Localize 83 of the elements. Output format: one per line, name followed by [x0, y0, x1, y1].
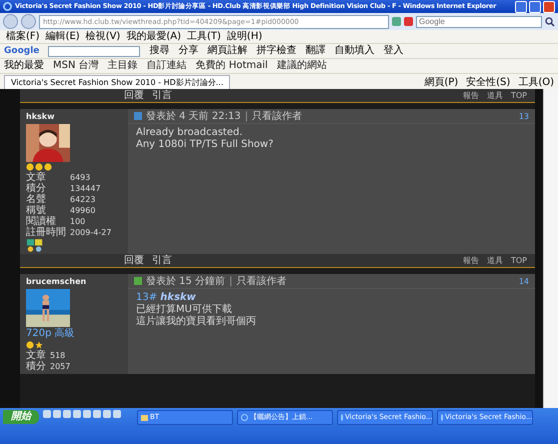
quote-number[interactable]: 13# — [136, 292, 158, 303]
command-button[interactable]: 網頁(P) — [424, 77, 458, 89]
command-button[interactable]: 工具(O) — [518, 77, 554, 89]
menu-item[interactable]: 我的最愛(A) — [126, 30, 181, 42]
favorite-link[interactable]: 主目錄 — [108, 60, 138, 72]
stat-label: 積分 — [26, 361, 46, 372]
menu-item[interactable]: 說明(H) — [226, 30, 262, 42]
stat-value: 518 — [50, 350, 66, 361]
floor-number[interactable]: 13 — [518, 112, 529, 120]
stat-value: 49960 — [70, 205, 96, 216]
stat-value: 100 — [70, 216, 86, 227]
toolbar-button[interactable]: 網頁註解 — [207, 45, 248, 57]
search-icon[interactable] — [545, 16, 555, 26]
stat-value: 134447 — [70, 183, 102, 194]
coin-icon — [26, 341, 34, 349]
post-text: Already broadcasted. — [136, 127, 244, 139]
post-link[interactable]: TOP — [510, 254, 527, 266]
favorite-link[interactable]: 自訂連結 — [146, 60, 187, 72]
post-action-link[interactable]: 回覆 — [124, 90, 144, 102]
author-only-link[interactable]: 只看該作者 — [236, 274, 286, 288]
floor-number[interactable]: 14 — [518, 276, 529, 286]
post-action-link[interactable]: 回覆 — [124, 254, 144, 266]
close-button[interactable] — [543, 0, 555, 12]
toolbar-button[interactable]: 翻譯 — [305, 45, 326, 57]
toolbar-search-field[interactable] — [48, 46, 140, 56]
toolbar-button[interactable]: 自動填入 — [334, 45, 374, 57]
favorite-link[interactable]: 建議的網站 — [276, 60, 327, 72]
post-text: 已經打算MU可供下載 — [136, 304, 233, 316]
menu-item[interactable]: 檢視(V) — [86, 30, 120, 42]
back-button[interactable] — [3, 14, 18, 29]
search-field[interactable]: Google — [416, 16, 542, 28]
stat-value: 6493 — [70, 172, 92, 183]
post-icon — [134, 112, 142, 120]
post-link[interactable]: 道具 — [486, 90, 503, 102]
menu-item[interactable]: 編輯(E) — [46, 30, 80, 42]
forward-button[interactable] — [21, 14, 36, 29]
post-link[interactable]: 報告 — [462, 90, 479, 102]
start-button[interactable]: 開始 — [3, 410, 39, 424]
toolbar-button[interactable]: 拼字檢查 — [256, 45, 296, 57]
user-rank: 720p 高級 — [26, 328, 76, 340]
favorite-link[interactable]: 免費的 Hotmail — [196, 60, 268, 72]
maximize-button[interactable] — [529, 0, 541, 12]
post-date: 發表於 4 天前 22:13 — [146, 110, 241, 123]
stat-label: 閱讀權 — [26, 216, 57, 227]
post-link[interactable]: 報告 — [462, 254, 479, 266]
stat-label: 稱號 — [26, 205, 46, 216]
post-link[interactable]: TOP — [510, 90, 527, 102]
command-button[interactable]: 安全性(S) — [466, 77, 510, 89]
browser-tab[interactable]: Victoria's Secret Fashion Show 2010 - HD影片討論分... — [4, 75, 230, 89]
stat-value: 2057 — [50, 361, 70, 372]
post-icon — [134, 277, 142, 285]
browser-icon — [3, 2, 12, 11]
medal-icon — [26, 239, 44, 252]
stat-label: 註冊時間 — [26, 227, 66, 238]
stat-label: 積分 — [26, 183, 47, 194]
divider-text: | — [229, 276, 232, 286]
toolbar-label: Google — [4, 46, 40, 56]
toolbar-button[interactable]: 搜尋 — [149, 45, 170, 57]
menu-item[interactable]: 工具(T) — [187, 30, 221, 42]
favorite-link[interactable]: MSN 台灣 — [53, 60, 99, 72]
post-text: Any 1080i TP/TS Full Show? — [136, 139, 274, 151]
stat-value: 64223 — [70, 194, 96, 205]
toolbar-button[interactable]: 分享 — [178, 45, 198, 57]
star-icon — [35, 341, 43, 349]
toolbar-button[interactable]: 登入 — [383, 45, 404, 57]
stat-label: 文章 — [26, 172, 47, 183]
scrollbar[interactable] — [543, 89, 558, 408]
stat-label: 名聲 — [26, 194, 47, 205]
post-action-link[interactable]: 引言 — [152, 254, 172, 266]
post-text: 這片讓我的寶貝看到哥個丙 — [136, 316, 257, 328]
stat-value: 2009-4-27 — [70, 227, 112, 238]
quoted-author[interactable]: hkskw — [160, 292, 196, 303]
divider-text: | — [244, 110, 248, 122]
author-name[interactable]: brucemschen — [26, 276, 122, 288]
post-link[interactable]: 道具 — [486, 254, 503, 266]
minimize-button[interactable] — [515, 0, 527, 12]
menu-item[interactable]: 檔案(F) — [6, 30, 40, 42]
favorites-button[interactable]: 我的最愛 — [4, 60, 44, 72]
post-date: 發表於 15 分鐘前 — [146, 274, 226, 288]
post-action-link[interactable]: 引言 — [152, 90, 172, 102]
author-only-link[interactable]: 只看該作者 — [252, 109, 302, 123]
stat-label: 文章 — [26, 350, 46, 361]
author-name[interactable]: hkskw — [26, 111, 122, 123]
